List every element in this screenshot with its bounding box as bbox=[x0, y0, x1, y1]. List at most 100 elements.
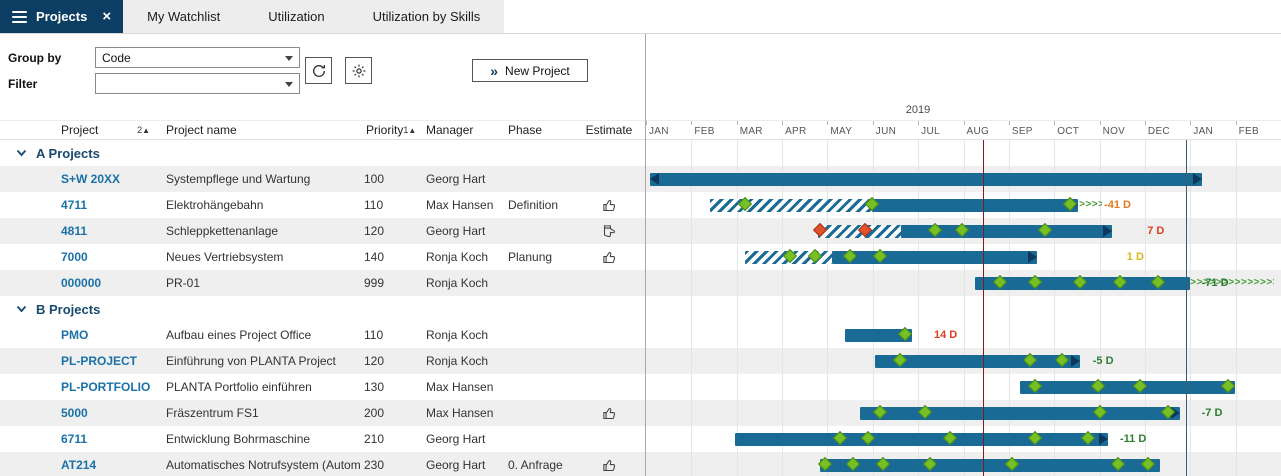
gantt-bar[interactable] bbox=[832, 251, 1037, 264]
project-row: PL-PROJECTEinführung von PLANTA Project1… bbox=[0, 348, 1281, 374]
project-code-link[interactable]: 6711 bbox=[55, 432, 160, 446]
month-tick bbox=[964, 121, 965, 125]
gantt-bar[interactable] bbox=[710, 199, 872, 212]
month-tick bbox=[691, 121, 692, 125]
project-row: PMOAufbau eines Project Office110Ronja K… bbox=[0, 322, 1281, 348]
project-cells: PL-PORTFOLIOPLANTA Portfolio einführen13… bbox=[0, 374, 646, 400]
col-header-estimate[interactable]: Estimate bbox=[572, 123, 646, 137]
delay-label: -5 D bbox=[1093, 354, 1114, 368]
tab-utilization[interactable]: Utilization bbox=[244, 0, 348, 33]
refresh-button[interactable] bbox=[305, 57, 332, 84]
gantt-bar[interactable] bbox=[1020, 381, 1235, 394]
group-header: A Projects bbox=[0, 140, 646, 166]
gantt-bar[interactable] bbox=[650, 173, 1202, 186]
col-header-project[interactable]: Project 2▲ bbox=[55, 123, 160, 137]
month-tick bbox=[646, 121, 647, 125]
month-label: FEB bbox=[694, 126, 714, 137]
project-estimate bbox=[572, 406, 646, 421]
group-by-value: Code bbox=[102, 51, 131, 65]
project-manager: Max Hansen bbox=[420, 198, 502, 212]
project-priority: 130 bbox=[360, 380, 420, 394]
col-header-phase[interactable]: Phase bbox=[502, 123, 572, 137]
project-code-link[interactable]: S+W 20XX bbox=[55, 172, 160, 186]
chevron-down-icon[interactable] bbox=[16, 149, 27, 157]
month-label: MAR bbox=[740, 126, 763, 137]
project-row: 7000Neues Vertriebsystem140Ronja KochPla… bbox=[0, 244, 1281, 270]
close-tab-icon[interactable]: × bbox=[102, 8, 111, 25]
month-tick bbox=[1145, 121, 1146, 125]
thumb-up-icon[interactable] bbox=[602, 458, 617, 473]
gantt-bar[interactable] bbox=[872, 199, 1078, 212]
filter-label: Filter bbox=[8, 77, 37, 91]
project-code-link[interactable]: 7000 bbox=[55, 250, 160, 264]
gantt-row: -5 D bbox=[646, 348, 1281, 374]
tab-my-watchlist-label: My Watchlist bbox=[147, 9, 220, 24]
new-project-button[interactable]: » New Project bbox=[472, 59, 588, 82]
month-tick bbox=[737, 121, 738, 125]
month-tick bbox=[1054, 121, 1055, 125]
project-manager: Ronja Koch bbox=[420, 276, 502, 290]
month-label: AUG bbox=[967, 126, 990, 137]
gantt-bar[interactable] bbox=[860, 407, 1180, 420]
project-code-link[interactable]: 000000 bbox=[55, 276, 160, 290]
project-name: Automatisches Notrufsystem (Automotive) bbox=[160, 458, 360, 472]
project-manager: Georg Hart bbox=[420, 172, 502, 186]
project-code-link[interactable]: 4811 bbox=[55, 224, 160, 238]
project-code-link[interactable]: 4711 bbox=[55, 198, 160, 212]
tab-utilization-label: Utilization bbox=[268, 9, 324, 24]
new-project-label: New Project bbox=[505, 64, 570, 78]
delay-label: -71 D bbox=[1202, 276, 1229, 290]
menu-icon[interactable] bbox=[12, 8, 27, 26]
month-label: JAN bbox=[649, 126, 669, 137]
project-priority: 120 bbox=[360, 224, 420, 238]
month-label: JUL bbox=[921, 126, 940, 137]
settings-button[interactable] bbox=[345, 57, 372, 84]
project-name: Einführung von PLANTA Project bbox=[160, 354, 360, 368]
group-by-select[interactable]: Code bbox=[95, 47, 300, 68]
project-priority: 999 bbox=[360, 276, 420, 290]
month-tick bbox=[782, 121, 783, 125]
pane-splitter[interactable] bbox=[645, 34, 646, 476]
group-row[interactable]: A Projects bbox=[0, 140, 1281, 166]
project-code-link[interactable]: 5000 bbox=[55, 406, 160, 420]
thumb-up-icon[interactable] bbox=[602, 406, 617, 421]
chevron-down-icon[interactable] bbox=[16, 305, 27, 313]
col-header-project-name[interactable]: Project name bbox=[160, 123, 360, 137]
project-priority: 110 bbox=[360, 198, 420, 212]
group-row[interactable]: B Projects bbox=[0, 296, 1281, 322]
gantt-row: >>>>>>>>>>>>>>>>>-71 D bbox=[646, 270, 1281, 296]
thumb-sideways-icon[interactable] bbox=[602, 224, 617, 239]
month-tick bbox=[918, 121, 919, 125]
project-rows: A ProjectsS+W 20XXSystempflege und Wartu… bbox=[0, 140, 1281, 476]
gantt-row: 7 D bbox=[646, 218, 1281, 244]
tab-projects[interactable]: Projects × bbox=[0, 0, 123, 33]
timeline-month-scale: JANFEBMARAPRMAYJUNJULAUGSEPOCTNOVDECJANF… bbox=[646, 121, 1281, 139]
project-code-link[interactable]: PL-PROJECT bbox=[55, 354, 160, 368]
project-name: Schleppkettenanlage bbox=[160, 224, 360, 238]
month-label: JAN bbox=[1193, 126, 1213, 137]
gantt-bar[interactable] bbox=[735, 433, 1108, 446]
delay-label: 14 D bbox=[934, 328, 957, 342]
project-code-link[interactable]: PL-PORTFOLIO bbox=[55, 380, 160, 394]
buffer-chevrons: >>>>> bbox=[1079, 198, 1102, 212]
project-name: Entwicklung Bohrmaschine bbox=[160, 432, 360, 446]
project-row: 4711Elektrohängebahn110Max HansenDefinit… bbox=[0, 192, 1281, 218]
project-priority: 120 bbox=[360, 354, 420, 368]
tab-utilization-by-skills-label: Utilization by Skills bbox=[373, 9, 481, 24]
project-priority: 140 bbox=[360, 250, 420, 264]
filter-select[interactable] bbox=[95, 73, 300, 94]
tab-utilization-by-skills[interactable]: Utilization by Skills bbox=[349, 0, 505, 33]
col-header-manager[interactable]: Manager bbox=[420, 123, 502, 137]
project-code-link[interactable]: AT214 bbox=[55, 458, 160, 472]
month-tick bbox=[873, 121, 874, 125]
thumb-up-icon[interactable] bbox=[602, 250, 617, 265]
caret-down-icon bbox=[285, 82, 293, 87]
thumb-up-icon[interactable] bbox=[602, 198, 617, 213]
project-cells: 4811Schleppkettenanlage120Georg Hart bbox=[0, 218, 646, 244]
tab-my-watchlist[interactable]: My Watchlist bbox=[123, 0, 244, 33]
col-header-priority[interactable]: Priority 1▲ bbox=[360, 123, 420, 137]
project-code-link[interactable]: PMO bbox=[55, 328, 160, 342]
project-priority: 100 bbox=[360, 172, 420, 186]
project-manager: Georg Hart bbox=[420, 458, 502, 472]
gantt-bar[interactable] bbox=[820, 459, 1160, 472]
